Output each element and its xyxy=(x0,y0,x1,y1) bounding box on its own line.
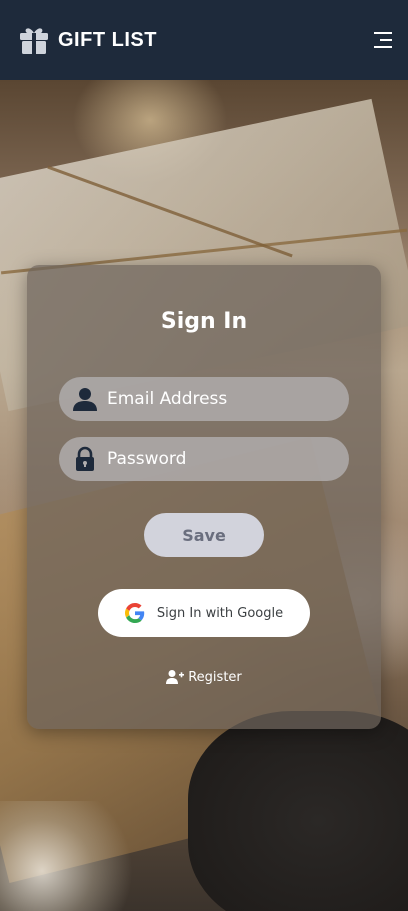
google-signin-label: Sign In with Google xyxy=(156,605,284,621)
register-link[interactable]: Register xyxy=(27,669,381,685)
user-icon xyxy=(73,388,97,411)
hamburger-menu-icon[interactable] xyxy=(372,30,394,50)
signin-title: Sign In xyxy=(160,309,248,334)
brand[interactable]: GIFT LIST xyxy=(18,24,157,56)
app-header: GIFT LIST xyxy=(0,0,408,80)
password-field[interactable] xyxy=(59,437,349,481)
signin-card: Sign In Save Sign In with Google xyxy=(27,265,381,729)
save-button[interactable]: Save xyxy=(144,513,264,557)
email-field[interactable] xyxy=(59,377,349,421)
app-title: GIFT LIST xyxy=(58,28,157,51)
password-input[interactable] xyxy=(107,449,337,469)
google-signin-button[interactable]: Sign In with Google xyxy=(98,589,310,637)
register-label: Register xyxy=(188,669,242,685)
lock-icon xyxy=(76,446,94,471)
gift-icon xyxy=(20,28,48,54)
dried-flowers xyxy=(0,801,150,911)
user-plus-icon xyxy=(166,670,185,684)
google-g-icon xyxy=(124,603,145,623)
email-input[interactable] xyxy=(107,389,337,409)
dark-fabric xyxy=(188,711,408,911)
